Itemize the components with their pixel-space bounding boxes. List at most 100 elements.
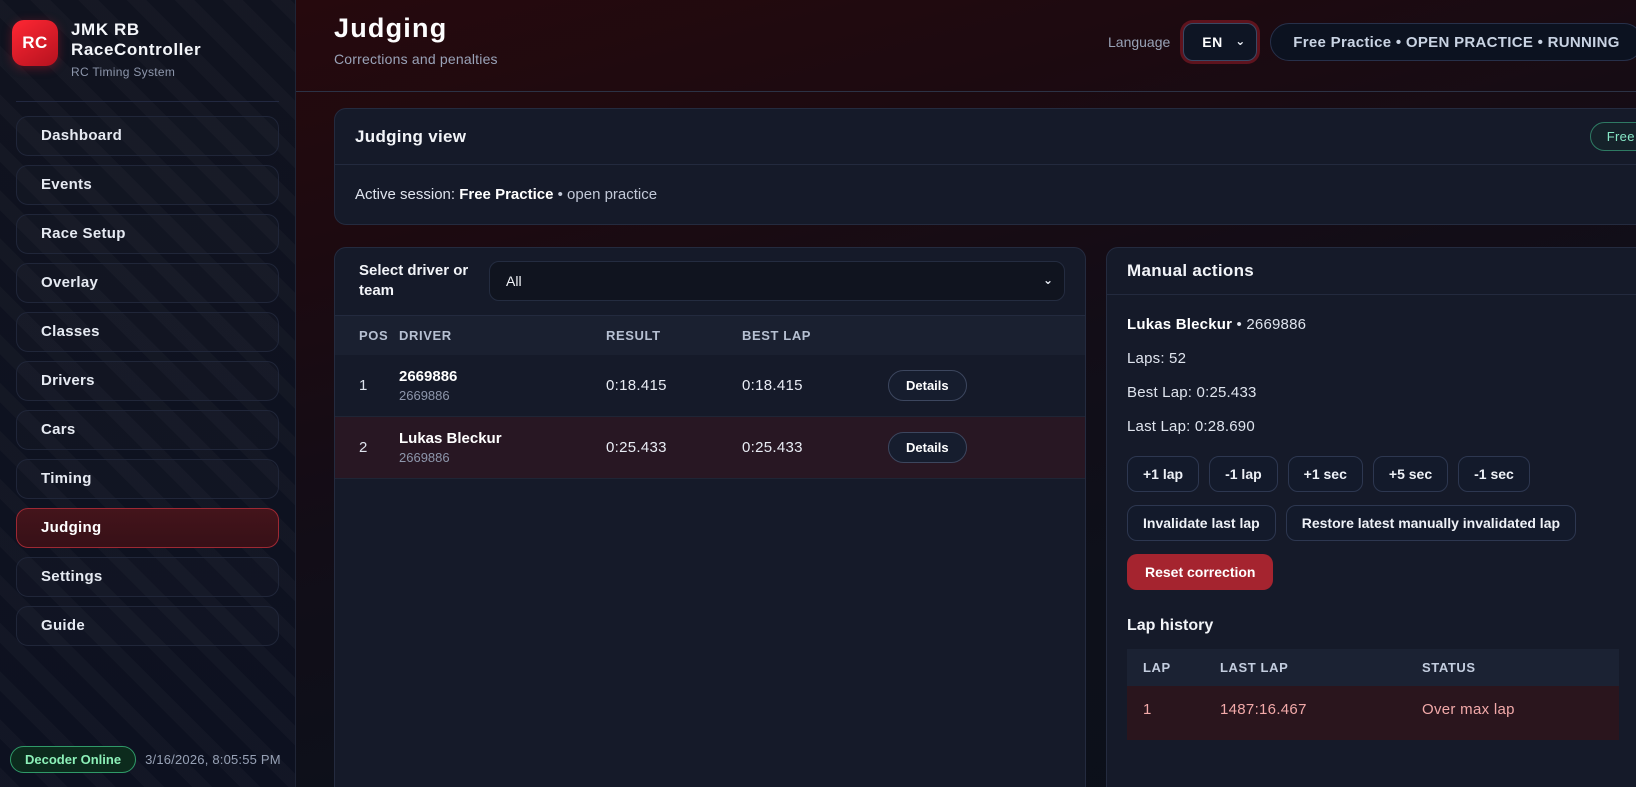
language-label: Language bbox=[1108, 34, 1170, 50]
plus-1-sec-button[interactable]: +1 sec bbox=[1288, 456, 1363, 492]
session-status-text: Free Practice • OPEN PRACTICE • RUNNING bbox=[1293, 34, 1619, 51]
active-session-label: Active session: bbox=[355, 186, 455, 203]
driver-name: 2669886 bbox=[399, 368, 606, 385]
judging-view-header: Judging view Free Practice bbox=[335, 109, 1636, 165]
row-actions: Details bbox=[888, 432, 1085, 463]
plus-1-lap-button[interactable]: +1 lap bbox=[1127, 456, 1199, 492]
app-logo-initials: RC bbox=[22, 33, 48, 53]
driver-transponder: 2669886 bbox=[399, 450, 606, 465]
panels-row: Select driver or team All ⌄ POS DRIVER R… bbox=[334, 247, 1636, 787]
restore-invalidated-lap-button[interactable]: Restore latest manually invalidated lap bbox=[1286, 505, 1576, 541]
row-pos: 2 bbox=[335, 439, 399, 456]
row-best-lap: 0:18.415 bbox=[742, 377, 888, 394]
sidebar-footer: Decoder Online 3/16/2026, 8:05:55 PM bbox=[10, 746, 289, 773]
app-subtitle: RC Timing System bbox=[71, 65, 201, 79]
judging-view-panel: Judging view Free Practice Active sessio… bbox=[334, 108, 1636, 225]
drivers-panel: Select driver or team All ⌄ POS DRIVER R… bbox=[334, 247, 1086, 787]
sidebar-divider bbox=[16, 101, 279, 102]
lap-status: Over max lap bbox=[1422, 701, 1619, 718]
best-lap-value: Best Lap: 0:25.433 bbox=[1127, 384, 1636, 401]
lap-adjust-buttons: +1 lap -1 lap +1 sec +5 sec -1 sec bbox=[1127, 456, 1636, 492]
row-best-lap: 0:25.433 bbox=[742, 439, 888, 456]
minus-1-lap-button[interactable]: -1 lap bbox=[1209, 456, 1278, 492]
sidebar-item-race-setup[interactable]: Race Setup bbox=[16, 214, 279, 254]
manual-actions-panel: Manual actions Lukas Bleckur • 2669886 L… bbox=[1106, 247, 1636, 787]
invalidate-last-lap-button[interactable]: Invalidate last lap bbox=[1127, 505, 1276, 541]
row-pos: 1 bbox=[335, 377, 399, 394]
lap-history-table: LAP LAST LAP STATUS 1 1487:16.467 Over m… bbox=[1127, 649, 1619, 740]
col-result: RESULT bbox=[606, 328, 742, 343]
col-last-lap: LAST LAP bbox=[1220, 660, 1422, 675]
laps-count: Laps: 52 bbox=[1127, 350, 1636, 367]
app-logo: RC bbox=[12, 20, 58, 66]
selected-driver-line: Lukas Bleckur • 2669886 bbox=[1127, 316, 1636, 333]
details-button[interactable]: Details bbox=[888, 370, 967, 401]
last-lap-value: Last Lap: 0:28.690 bbox=[1127, 418, 1636, 435]
row-result: 0:18.415 bbox=[606, 377, 742, 394]
sidebar: RC JMK RB RaceController RC Timing Syste… bbox=[0, 0, 296, 787]
app-title-line2: RaceController bbox=[71, 40, 201, 60]
col-lap: LAP bbox=[1127, 660, 1220, 675]
sidebar-item-settings[interactable]: Settings bbox=[16, 557, 279, 597]
table-row[interactable]: 1 2669886 2669886 0:18.415 0:18.415 Deta… bbox=[335, 355, 1085, 417]
decoder-status-badge: Decoder Online bbox=[10, 746, 136, 773]
col-best-lap: BEST LAP bbox=[742, 328, 888, 343]
main-area: Judging Corrections and penalties Langua… bbox=[296, 0, 1636, 787]
minus-1-sec-button[interactable]: -1 sec bbox=[1458, 456, 1530, 492]
lap-time: 1487:16.467 bbox=[1220, 701, 1422, 718]
table-row[interactable]: 2 Lukas Bleckur 2669886 0:25.433 0:25.43… bbox=[335, 417, 1085, 479]
language-select-wrap: EN ⌄ bbox=[1183, 23, 1257, 61]
sidebar-nav: Dashboard Events Race Setup Overlay Clas… bbox=[0, 116, 295, 646]
active-session-type: • open practice bbox=[558, 186, 657, 203]
driver-filter-row: Select driver or team All ⌄ bbox=[335, 248, 1085, 316]
sidebar-item-dashboard[interactable]: Dashboard bbox=[16, 116, 279, 156]
driver-transponder: 2669886 bbox=[399, 388, 606, 403]
session-status-pill: Free Practice • OPEN PRACTICE • RUNNING bbox=[1270, 23, 1636, 61]
manual-actions-header: Manual actions bbox=[1107, 248, 1636, 295]
selected-driver-name: Lukas Bleckur bbox=[1127, 316, 1232, 333]
manual-actions-title: Manual actions bbox=[1127, 261, 1254, 281]
lap-history-title: Lap history bbox=[1127, 617, 1636, 635]
details-button[interactable]: Details bbox=[888, 432, 967, 463]
active-session-line: Active session: Free Practice • open pra… bbox=[335, 165, 1636, 224]
clock-timestamp: 3/16/2026, 8:05:55 PM bbox=[145, 752, 281, 767]
col-driver: DRIVER bbox=[399, 328, 606, 343]
manual-actions-body: Lukas Bleckur • 2669886 Laps: 52 Best La… bbox=[1107, 295, 1636, 760]
col-status: STATUS bbox=[1422, 660, 1619, 675]
row-actions: Details bbox=[888, 370, 1085, 401]
sidebar-item-drivers[interactable]: Drivers bbox=[16, 361, 279, 401]
plus-5-sec-button[interactable]: +5 sec bbox=[1373, 456, 1448, 492]
free-practice-badge: Free Practice bbox=[1590, 122, 1636, 151]
driver-filter-select[interactable]: All bbox=[489, 261, 1065, 301]
selected-driver-number: 2669886 bbox=[1246, 316, 1306, 333]
sidebar-item-overlay[interactable]: Overlay bbox=[16, 263, 279, 303]
reset-correction-button[interactable]: Reset correction bbox=[1127, 554, 1273, 590]
row-driver-cell: Lukas Bleckur 2669886 bbox=[399, 430, 606, 465]
app-title-line1: JMK RB bbox=[71, 20, 201, 40]
sidebar-item-events[interactable]: Events bbox=[16, 165, 279, 205]
language-select[interactable]: EN bbox=[1183, 23, 1257, 61]
invalidate-buttons-row: Invalidate last lap Restore latest manua… bbox=[1127, 505, 1636, 541]
sidebar-item-guide[interactable]: Guide bbox=[16, 606, 279, 646]
driver-filter-label: Select driver or team bbox=[359, 261, 471, 302]
sidebar-item-judging[interactable]: Judging bbox=[16, 508, 279, 548]
row-result: 0:25.433 bbox=[606, 439, 742, 456]
app-brand: RC JMK RB RaceController RC Timing Syste… bbox=[0, 0, 295, 93]
lap-number: 1 bbox=[1127, 701, 1220, 718]
sidebar-item-cars[interactable]: Cars bbox=[16, 410, 279, 450]
sidebar-item-timing[interactable]: Timing bbox=[16, 459, 279, 499]
header-controls: Language EN ⌄ Free Practice • OPEN PRACT… bbox=[1108, 23, 1636, 61]
app-title-block: JMK RB RaceController RC Timing System bbox=[71, 20, 201, 79]
lap-history-header: LAP LAST LAP STATUS bbox=[1127, 649, 1619, 686]
content-area: Judging view Free Practice Active sessio… bbox=[296, 92, 1636, 787]
lap-history-row[interactable]: 1 1487:16.467 Over max lap bbox=[1127, 686, 1619, 740]
separator-dot: • bbox=[1237, 316, 1242, 333]
active-session-name: Free Practice bbox=[459, 186, 553, 203]
driver-name: Lukas Bleckur bbox=[399, 430, 606, 447]
driver-table-header: POS DRIVER RESULT BEST LAP bbox=[335, 316, 1085, 355]
page-header: Judging Corrections and penalties Langua… bbox=[296, 0, 1636, 92]
col-pos: POS bbox=[335, 328, 399, 343]
driver-filter-wrap: All ⌄ bbox=[489, 261, 1065, 301]
sidebar-item-classes[interactable]: Classes bbox=[16, 312, 279, 352]
row-driver-cell: 2669886 2669886 bbox=[399, 368, 606, 403]
